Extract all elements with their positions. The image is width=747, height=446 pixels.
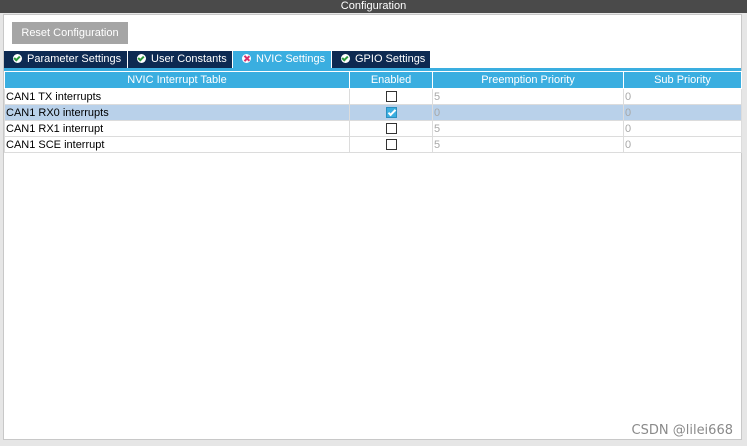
preemption-priority-cell[interactable]: 0 [432, 104, 624, 121]
table-row[interactable]: CAN1 TX interrupts 5 0 [4, 88, 742, 105]
column-header-interrupt[interactable]: NVIC Interrupt Table [4, 71, 350, 89]
sub-priority-cell[interactable]: 0 [623, 120, 742, 137]
preemption-priority-cell[interactable]: 5 [432, 88, 624, 105]
enabled-checkbox[interactable] [386, 91, 397, 103]
interrupt-name: CAN1 TX interrupts [4, 88, 350, 105]
enabled-cell [349, 120, 433, 137]
interrupt-name: CAN1 RX0 interrupts [4, 104, 350, 121]
tab-gpio-settings[interactable]: GPIO Settings [332, 51, 430, 68]
check-circle-icon [341, 54, 350, 63]
enabled-cell [349, 88, 433, 105]
tab-label: NVIC Settings [256, 53, 326, 65]
tab-label: User Constants [151, 53, 227, 65]
reset-configuration-button[interactable]: Reset Configuration [12, 22, 128, 44]
enabled-cell [349, 104, 433, 121]
column-header-enabled[interactable]: Enabled [349, 71, 433, 89]
watermark: CSDN @lilei668 [631, 423, 733, 438]
table-header-row: NVIC Interrupt Table Enabled Preemption … [4, 71, 742, 89]
interrupt-name: CAN1 SCE interrupt [4, 136, 350, 153]
preemption-priority-cell[interactable]: 5 [432, 120, 624, 137]
tab-nvic-settings[interactable]: NVIC Settings [233, 51, 331, 68]
enabled-cell [349, 136, 433, 153]
window-title: Configuration [0, 0, 747, 13]
column-header-preemption-priority[interactable]: Preemption Priority [432, 71, 624, 89]
enabled-checkbox[interactable] [386, 107, 397, 119]
table-row[interactable]: CAN1 RX1 interrupt 5 0 [4, 120, 742, 137]
enabled-checkbox[interactable] [386, 123, 397, 135]
interrupt-name: CAN1 RX1 interrupt [4, 120, 350, 137]
tab-parameter-settings[interactable]: Parameter Settings [4, 51, 127, 68]
preemption-priority-cell[interactable]: 5 [432, 136, 624, 153]
tab-label: GPIO Settings [355, 53, 426, 65]
check-circle-icon [13, 54, 22, 63]
column-header-sub-priority[interactable]: Sub Priority [623, 71, 742, 89]
tab-label: Parameter Settings [27, 53, 122, 65]
sub-priority-cell[interactable]: 0 [623, 136, 742, 153]
x-circle-icon [242, 54, 251, 63]
enabled-checkbox[interactable] [386, 139, 397, 151]
table-row[interactable]: CAN1 RX0 interrupts 0 0 [4, 104, 742, 121]
sub-priority-cell[interactable]: 0 [623, 104, 742, 121]
table-row[interactable]: CAN1 SCE interrupt 5 0 [4, 136, 742, 153]
nvic-interrupt-table: NVIC Interrupt Table Enabled Preemption … [4, 71, 742, 153]
check-circle-icon [137, 54, 146, 63]
tab-user-constants[interactable]: User Constants [128, 51, 232, 68]
sub-priority-cell[interactable]: 0 [623, 88, 742, 105]
